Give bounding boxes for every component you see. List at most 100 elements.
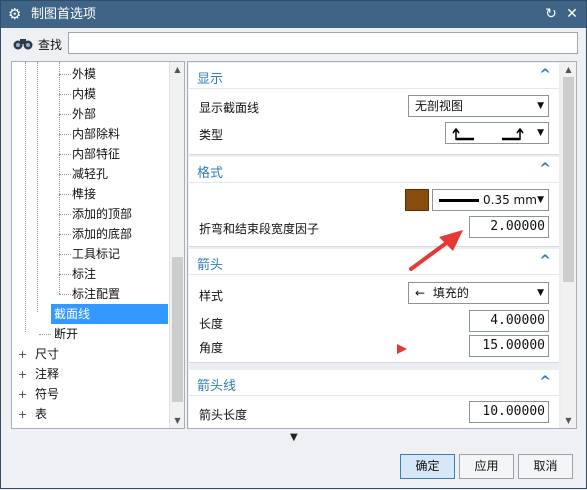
collapse-icon[interactable]: ^ bbox=[539, 161, 551, 177]
tree-connector bbox=[59, 294, 71, 295]
search-input[interactable] bbox=[68, 32, 578, 54]
tree-item-outer-mold[interactable]: 外模 bbox=[72, 64, 96, 84]
tree-item-section-line[interactable]: 截面线 bbox=[51, 304, 168, 324]
scroll-down-icon[interactable]: ▼ bbox=[561, 413, 576, 428]
arrow-line-section: 箭头线 ^ 箭头长度 10.00000 bbox=[189, 370, 559, 428]
arrow-length-input[interactable]: 4.00000 bbox=[469, 310, 549, 332]
reset-icon[interactable]: ↻ bbox=[542, 5, 560, 23]
tree-item-added-top[interactable]: 添加的顶部 bbox=[72, 204, 132, 224]
tree-guide bbox=[59, 62, 60, 294]
arrow-left-icon: ← bbox=[415, 286, 426, 300]
format-section-header[interactable]: 格式 ^ bbox=[189, 157, 559, 183]
arrow-line-length-input[interactable]: 10.00000 bbox=[469, 401, 549, 423]
cancel-button[interactable]: 取消 bbox=[518, 454, 573, 479]
chevron-down-icon: ▼ bbox=[537, 288, 544, 298]
tree-item-annotation[interactable]: 标注 bbox=[72, 264, 96, 284]
tree-item-symbol[interactable]: 符号 bbox=[35, 384, 59, 404]
tree-item-added-bottom[interactable]: 添加的底部 bbox=[72, 224, 132, 244]
tree-connector bbox=[59, 154, 71, 155]
arrowhead-section: 箭头 ^ 样式 ← 填充的 ▼ 长度 4.00000 角度 15.00000 bbox=[189, 249, 559, 363]
arrow-line-length-label: 箭头长度 bbox=[199, 408, 248, 422]
type-dropdown[interactable]: ▼ bbox=[445, 122, 549, 144]
tree-guide bbox=[37, 62, 38, 312]
chevron-down-icon: ▼ bbox=[537, 128, 544, 138]
section-title: 箭头 bbox=[197, 258, 224, 273]
tree-connector bbox=[59, 234, 71, 235]
tree-item-inner-mold[interactable]: 内模 bbox=[72, 84, 96, 104]
search-row: 查找 bbox=[1, 28, 586, 58]
close-icon[interactable]: ✕ bbox=[563, 5, 581, 23]
scroll-up-icon[interactable]: ▲ bbox=[561, 62, 576, 77]
tree-item-tenon[interactable]: 榫接 bbox=[72, 184, 96, 204]
dropdown-value: 填充的 bbox=[432, 286, 469, 300]
title-bar[interactable]: ⚙ 制图首选项 ↻ ✕ bbox=[1, 1, 586, 28]
ok-button[interactable]: 确定 bbox=[400, 454, 455, 479]
tree-guide bbox=[25, 62, 26, 332]
tree-connector bbox=[59, 114, 71, 115]
format-section: 格式 ^ 0.35 mm ▼ 折弯和结束段宽度因子 2.00000 bbox=[189, 157, 559, 247]
display-section-header[interactable]: 显示 ^ bbox=[189, 63, 559, 89]
tree-item-annotation-config[interactable]: 标注配置 bbox=[72, 284, 120, 304]
panel-scrollbar[interactable]: ▲ ▼ bbox=[561, 62, 576, 428]
arrow-style-dropdown[interactable]: ← 填充的 ▼ bbox=[408, 282, 549, 304]
bend-factor-input[interactable]: 2.00000 bbox=[469, 216, 549, 238]
chevron-down-icon: ▼ bbox=[537, 195, 544, 205]
type-label: 类型 bbox=[199, 128, 224, 142]
category-tree[interactable]: 外模 内模 外部 内部除料 内部特征 减轻孔 榫接 添加的顶部 添加的底部 工具… bbox=[11, 61, 185, 429]
scroll-thumb[interactable] bbox=[563, 77, 574, 282]
tree-item-inner-cut[interactable]: 内部除料 bbox=[72, 124, 120, 144]
arrow-angle-label: 角度 bbox=[199, 341, 224, 355]
tree-item-note[interactable]: 注释 bbox=[35, 364, 59, 384]
expand-icon[interactable]: + bbox=[18, 349, 27, 360]
scroll-down-icon[interactable]: ▼ bbox=[170, 413, 184, 428]
tree-item-lightening-hole[interactable]: 减轻孔 bbox=[72, 164, 108, 184]
expand-icon[interactable]: + bbox=[18, 369, 27, 380]
scroll-up-icon[interactable]: ▲ bbox=[170, 62, 184, 77]
expand-icon[interactable]: + bbox=[18, 389, 27, 400]
collapse-icon[interactable]: ^ bbox=[539, 253, 551, 269]
arrow-length-label: 长度 bbox=[199, 317, 224, 331]
gear-icon: ⚙ bbox=[8, 5, 22, 23]
tree-connector bbox=[59, 134, 71, 135]
property-panel: 显示 ^ 显示截面线 无剖视图 ▼ 类型 ▼ 格式 ^ 0.35 mm ▼ 折弯… bbox=[187, 61, 577, 429]
show-section-line-label: 显示截面线 bbox=[199, 101, 260, 115]
search-label: 查找 bbox=[38, 38, 63, 52]
preferences-dialog: ⚙ 制图首选项 ↻ ✕ 查找 外模 内模 外部 内部除料 内部特征 减轻孔 榫接… bbox=[0, 0, 587, 489]
section-title: 箭头线 bbox=[197, 379, 237, 394]
tree-item-table[interactable]: 表 bbox=[35, 404, 47, 424]
arrow-style-label: 样式 bbox=[199, 289, 224, 303]
tree-connector bbox=[59, 274, 71, 275]
tree-scrollbar[interactable]: ▲ ▼ bbox=[169, 62, 184, 428]
line-width-value: 0.35 mm bbox=[483, 193, 537, 207]
tree-connector bbox=[59, 94, 71, 95]
bend-factor-label: 折弯和结束段宽度因子 bbox=[199, 222, 320, 236]
tree-connector bbox=[59, 174, 71, 175]
tree-connector bbox=[59, 254, 71, 255]
dropdown-value: 无剖视图 bbox=[415, 99, 464, 113]
arrow-line-section-header[interactable]: 箭头线 ^ bbox=[189, 370, 559, 396]
color-swatch[interactable] bbox=[405, 189, 429, 211]
binoculars-icon bbox=[13, 39, 33, 50]
line-width-dropdown[interactable]: 0.35 mm ▼ bbox=[432, 189, 549, 211]
expand-icon[interactable]: + bbox=[18, 409, 27, 420]
tree-connector bbox=[59, 74, 71, 75]
tree-item-break[interactable]: 断开 bbox=[54, 324, 78, 344]
tree-connector bbox=[59, 194, 71, 195]
collapse-icon[interactable]: ^ bbox=[539, 374, 551, 390]
expand-more-icon[interactable]: ▼ bbox=[290, 432, 298, 443]
apply-button[interactable]: 应用 bbox=[459, 454, 514, 479]
arrowhead-section-header[interactable]: 箭头 ^ bbox=[189, 249, 559, 275]
line-width-sample bbox=[439, 199, 479, 202]
collapse-icon[interactable]: ^ bbox=[539, 67, 551, 83]
arrow-angle-input[interactable]: 15.00000 bbox=[469, 335, 549, 357]
tree-item-inner-feature[interactable]: 内部特征 bbox=[72, 144, 120, 164]
chevron-down-icon: ▼ bbox=[537, 101, 544, 111]
tree-connector bbox=[59, 214, 71, 215]
tree-item-outer[interactable]: 外部 bbox=[72, 104, 96, 124]
dialog-title: 制图首选项 bbox=[31, 7, 97, 22]
scroll-thumb[interactable] bbox=[172, 257, 183, 402]
tree-item-tool-mark[interactable]: 工具标记 bbox=[72, 244, 120, 264]
show-section-line-dropdown[interactable]: 无剖视图 ▼ bbox=[408, 95, 549, 117]
display-section: 显示 ^ 显示截面线 无剖视图 ▼ 类型 ▼ bbox=[189, 63, 559, 155]
tree-item-dimension[interactable]: 尺寸 bbox=[35, 344, 59, 364]
